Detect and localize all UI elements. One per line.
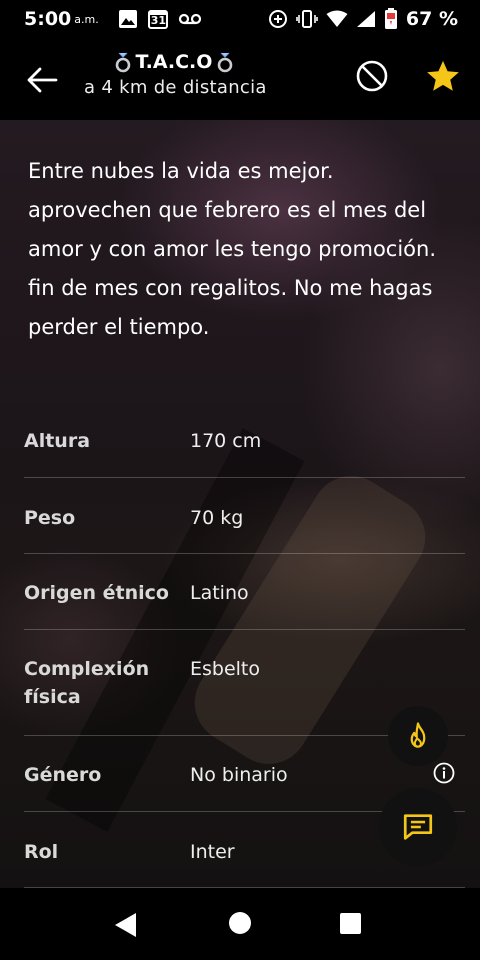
status-left: 5:00 a.m. 31 <box>24 8 202 30</box>
title-block: T.A.C.O a 4 km de distancia <box>84 51 334 98</box>
voicemail-icon <box>178 12 202 26</box>
distance-label: a 4 km de distancia <box>84 77 267 98</box>
attribute-label: Rol <box>24 841 59 863</box>
attribute-row: Origen étnico Latino <box>24 554 465 630</box>
ring-icon <box>115 52 130 73</box>
profile-name-row: T.A.C.O <box>84 51 264 73</box>
info-button[interactable] <box>433 762 455 784</box>
attribute-label: Altura <box>24 430 91 452</box>
vibrate-icon <box>296 9 318 29</box>
flame-icon <box>410 722 426 748</box>
battery-icon <box>384 8 398 30</box>
favorite-button[interactable] <box>424 58 462 96</box>
tap-button[interactable] <box>388 706 448 766</box>
calendar-icon: 31 <box>147 8 169 30</box>
chat-icon <box>403 814 433 840</box>
nav-home-icon[interactable] <box>229 912 251 934</box>
status-ampm: a.m. <box>74 12 99 26</box>
attribute-value: 70 kg <box>190 507 244 529</box>
signal-icon <box>356 10 376 28</box>
block-button[interactable] <box>354 58 390 94</box>
back-arrow-icon <box>27 67 58 93</box>
image-icon <box>118 9 138 29</box>
attribute-value: Inter <box>190 841 235 863</box>
info-icon <box>433 762 455 784</box>
profile-header: T.A.C.O a 4 km de distancia <box>0 38 480 120</box>
profile-bio: Entre nubes la vida es mejor. aprovechen… <box>28 159 437 339</box>
attribute-value: Latino <box>190 582 249 604</box>
nav-back-button[interactable] <box>114 912 138 942</box>
nav-back-icon <box>115 913 136 937</box>
attribute-row: Peso 70 kg <box>24 478 465 554</box>
battery-percent: 67 % <box>405 8 458 30</box>
calendar-day: 31 <box>150 14 167 27</box>
attribute-label: Género <box>24 764 102 786</box>
chat-button[interactable] <box>379 788 457 866</box>
data-saver-icon <box>268 9 288 29</box>
block-icon <box>356 60 388 92</box>
attribute-label: Complexión física <box>24 658 150 708</box>
status-time: 5:00 <box>24 8 72 30</box>
star-icon <box>427 60 459 91</box>
attribute-value: No binario <box>190 764 288 786</box>
back-button[interactable] <box>22 60 62 100</box>
profile-name: T.A.C.O <box>135 51 213 73</box>
system-nav-bar <box>0 888 480 960</box>
wifi-icon <box>326 10 348 28</box>
attribute-label: Origen étnico <box>24 582 169 604</box>
status-right: 67 % <box>268 8 458 30</box>
attribute-label: Peso <box>24 507 76 529</box>
profile-content[interactable]: Entre nubes la vida es mejor. aprovechen… <box>0 120 480 888</box>
ring-icon <box>218 52 233 73</box>
nav-recents-icon[interactable] <box>340 913 361 934</box>
attribute-row: Altura 170 cm <box>24 402 465 478</box>
status-bar: 5:00 a.m. 31 67 % <box>0 0 480 38</box>
attribute-value: 170 cm <box>190 430 262 452</box>
attribute-value: Esbelto <box>190 658 261 680</box>
